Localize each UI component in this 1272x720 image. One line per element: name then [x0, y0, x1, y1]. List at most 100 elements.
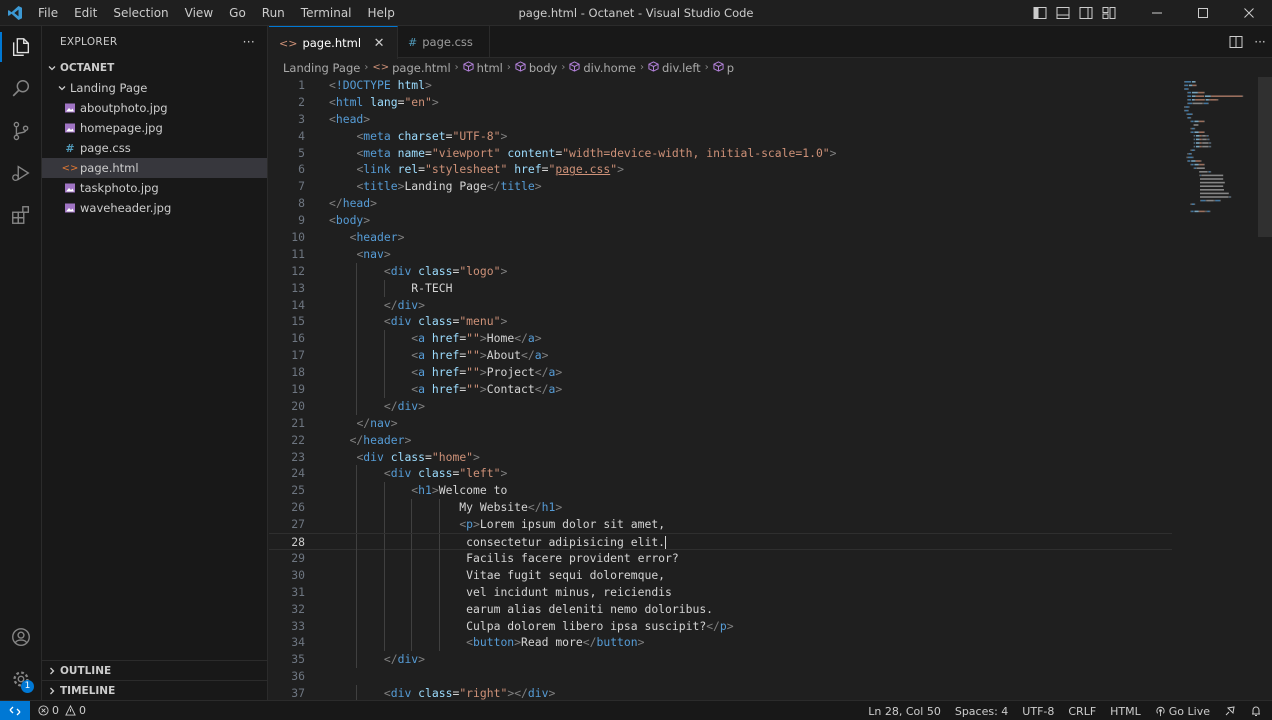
menu-terminal[interactable]: Terminal	[293, 0, 360, 26]
code-line[interactable]: 31 vel incidunt minus, reiciendis	[269, 583, 1172, 601]
code-line[interactable]: 33 Culpa dolorem libero ipsa suscipit?</…	[269, 617, 1172, 635]
customize-layout-icon[interactable]	[1097, 0, 1120, 26]
code-line[interactable]: 9 <body>	[269, 212, 1172, 229]
code-line[interactable]: 6 <link rel="stylesheet" href="page.css"…	[269, 161, 1172, 178]
code-line[interactable]: 17 <a href="">About</a>	[269, 347, 1172, 365]
editor-scrollbar[interactable]	[1258, 77, 1272, 700]
breadcrumb-item[interactable]: <> page.html	[372, 61, 450, 75]
code-line[interactable]: 13 R-TECH	[269, 279, 1172, 297]
more-actions-icon[interactable]: ···	[243, 35, 255, 49]
language-mode[interactable]: HTML	[1103, 705, 1148, 718]
code-line[interactable]: 21 </nav>	[269, 415, 1172, 432]
toggle-panel-icon[interactable]	[1051, 0, 1074, 26]
code-line[interactable]: 34 <button>Read more</button>	[269, 634, 1172, 652]
code-line[interactable]: 18 <a href="">Project</a>	[269, 364, 1172, 382]
code-editor[interactable]: 1 <!DOCTYPE html> 2 <html lang="en"> 3 <head>…	[269, 77, 1172, 700]
editor-more-icon[interactable]: ···	[1248, 35, 1272, 49]
menu-go[interactable]: Go	[221, 0, 254, 26]
feedback-icon[interactable]	[1217, 705, 1243, 717]
indentation[interactable]: Spaces: 4	[948, 705, 1015, 718]
menu-file[interactable]: File	[30, 0, 66, 26]
file-item[interactable]: taskphoto.jpg	[42, 178, 267, 198]
close-tab-icon[interactable]: ✕	[371, 36, 387, 51]
breadcrumb-item[interactable]: div.home	[569, 61, 636, 75]
code-line[interactable]: 15 <div class="menu">	[269, 313, 1172, 331]
encoding[interactable]: UTF-8	[1015, 705, 1061, 718]
extensions-icon[interactable]	[0, 194, 42, 236]
notifications-bell-icon[interactable]	[1243, 705, 1272, 717]
explorer-icon[interactable]	[0, 26, 42, 68]
code-line[interactable]: 2 <html lang="en">	[269, 94, 1172, 111]
breadcrumb-item[interactable]: html	[463, 61, 503, 75]
scrollbar-thumb[interactable]	[1258, 77, 1272, 237]
code-line[interactable]: 20 </div>	[269, 397, 1172, 415]
code-line[interactable]: 3 <head>	[269, 111, 1172, 128]
breadcrumb-item[interactable]: body	[515, 61, 557, 75]
tab-page-html[interactable]: <> page.html ✕	[269, 26, 399, 59]
outline-section[interactable]: OUTLINE	[42, 660, 268, 680]
minimize-icon[interactable]	[1134, 0, 1180, 26]
maximize-icon[interactable]	[1180, 0, 1226, 26]
code-line[interactable]: 12 <div class="logo">	[269, 262, 1172, 280]
code-line[interactable]: 30 Vitae fugit sequi doloremque,	[269, 566, 1172, 584]
split-editor-icon[interactable]	[1224, 35, 1248, 49]
search-icon[interactable]	[0, 68, 42, 110]
file-item[interactable]: # page.css	[42, 138, 267, 158]
menu-edit[interactable]: Edit	[66, 0, 105, 26]
code-line[interactable]: 24 <div class="left">	[269, 465, 1172, 483]
code-line[interactable]: 7 <title>Landing Page</title>	[269, 178, 1172, 195]
manage-gear-icon[interactable]: 1	[0, 658, 42, 700]
timeline-section[interactable]: TIMELINE	[42, 680, 268, 700]
menu-run[interactable]: Run	[254, 0, 293, 26]
go-live-label: Go Live	[1168, 704, 1210, 718]
close-window-icon[interactable]	[1226, 0, 1272, 26]
go-live-button[interactable]: Go Live	[1148, 705, 1217, 718]
code-line[interactable]: 8 </head>	[269, 195, 1172, 212]
code-line[interactable]: 25 <h1>Welcome to	[269, 482, 1172, 500]
line-ending[interactable]: CRLF	[1061, 705, 1103, 718]
code-line[interactable]: 23 <div class="home">	[269, 449, 1172, 466]
folder-landing-page[interactable]: Landing Page	[42, 78, 267, 98]
accounts-icon[interactable]	[0, 616, 42, 658]
code-line[interactable]: 28 consectetur adipisicing elit.	[269, 533, 1172, 551]
menu-selection[interactable]: Selection	[105, 0, 176, 26]
code-line[interactable]: 5 <meta name="viewport" content="width=d…	[269, 145, 1172, 162]
toggle-sidebar-icon[interactable]	[1028, 0, 1051, 26]
code-line[interactable]: 27 <p>Lorem ipsum dolor sit amet,	[269, 516, 1172, 534]
cursor-position[interactable]: Ln 28, Col 50	[861, 705, 948, 718]
file-item[interactable]: waveheader.jpg	[42, 198, 267, 218]
code-line[interactable]: 10 <header>	[269, 229, 1172, 246]
menu-help[interactable]: Help	[360, 0, 403, 26]
code-line[interactable]: 37 <div class="right"></div>	[269, 685, 1172, 700]
source-control-icon[interactable]	[0, 110, 42, 152]
minimap-mark	[1188, 156, 1193, 159]
workspace-root[interactable]: OCTANET	[42, 58, 267, 78]
code-line[interactable]: 36	[269, 668, 1172, 685]
code-line[interactable]: 22 </header>	[269, 432, 1172, 449]
code-line[interactable]: 19 <a href="">Contact</a>	[269, 381, 1172, 398]
code-line[interactable]: 4 <meta charset="UTF-8">	[269, 128, 1172, 145]
code-line[interactable]: 11 <nav>	[269, 246, 1172, 263]
problems-indicator[interactable]: 0 0	[30, 704, 86, 717]
menu-view[interactable]: View	[177, 0, 221, 26]
breadcrumb-item[interactable]: Landing Page	[283, 61, 360, 75]
toggle-secondary-sidebar-icon[interactable]	[1074, 0, 1097, 26]
breadcrumb-item[interactable]: div.left	[648, 61, 701, 75]
code-line[interactable]: 14 </div>	[269, 296, 1172, 314]
code-line[interactable]: 16 <a href="">Home</a>	[269, 330, 1172, 348]
file-item[interactable]: aboutphoto.jpg	[42, 98, 267, 118]
remote-indicator-icon[interactable]	[0, 700, 30, 720]
code-line[interactable]: 29 Facilis facere provident error?	[269, 549, 1172, 567]
run-debug-icon[interactable]	[0, 152, 42, 194]
code-line[interactable]: 1 <!DOCTYPE html>	[269, 77, 1172, 94]
tab-page-css[interactable]: # page.css	[398, 26, 491, 58]
code-token: Project	[486, 365, 535, 380]
code-line[interactable]: 26 My Website</h1>	[269, 499, 1172, 517]
code-line[interactable]: 35 </div>	[269, 651, 1172, 669]
code-line[interactable]: 32 earum alias deleniti nemo doloribus.	[269, 600, 1172, 618]
minimap[interactable]	[1178, 77, 1258, 237]
breadcrumb-item[interactable]: p	[713, 61, 734, 75]
file-item[interactable]: <> page.html	[42, 158, 267, 178]
file-item[interactable]: homepage.jpg	[42, 118, 267, 138]
